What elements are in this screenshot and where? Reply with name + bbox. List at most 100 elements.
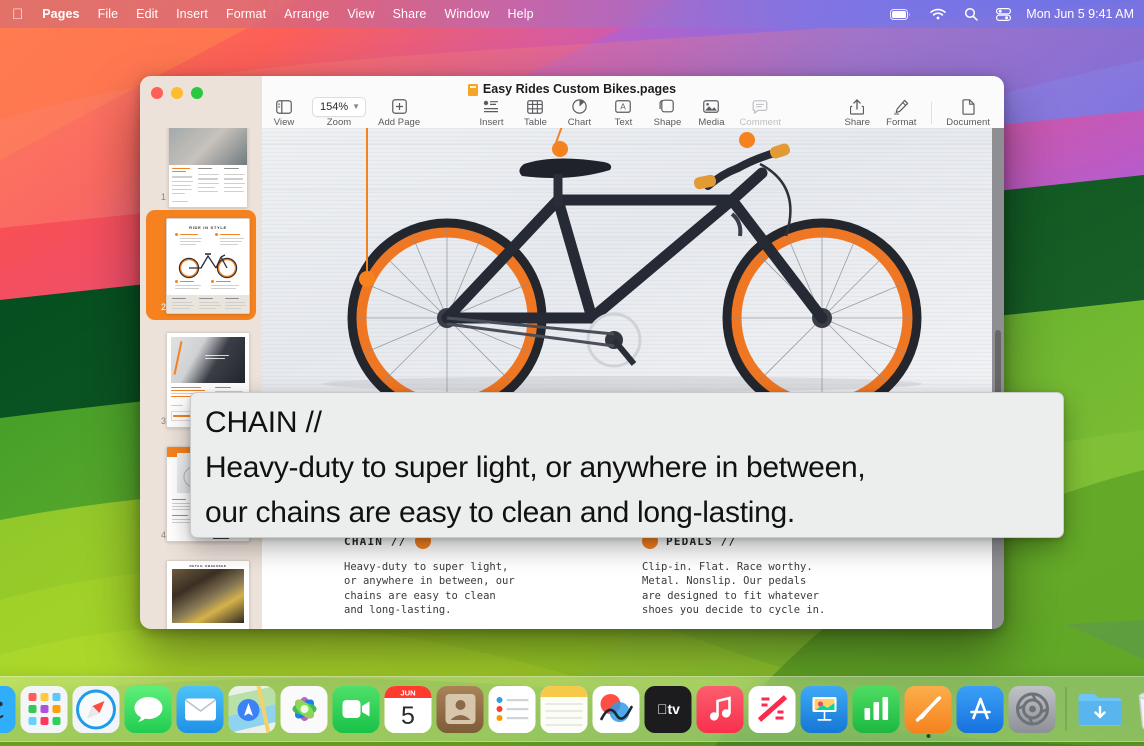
dock-item-contacts[interactable] [437, 686, 484, 733]
pages-app-window: Easy Rides Custom Bikes.pages View 154% … [140, 76, 1004, 629]
table-button[interactable]: Table [513, 98, 557, 128]
zoom-label: Zoom [327, 117, 351, 128]
view-button[interactable]: View [262, 98, 306, 128]
dock-item-music[interactable] [697, 686, 744, 733]
news-icon [749, 686, 796, 733]
dock-item-news[interactable] [749, 686, 796, 733]
column-chain[interactable]: CHAIN // Heavy-duty to super light, or a… [344, 533, 594, 617]
dock-item-downloads-folder[interactable] [1077, 686, 1124, 733]
document-button[interactable]: Document [940, 98, 996, 128]
dock-item-pages[interactable] [905, 686, 952, 733]
dock-item-trash[interactable] [1129, 686, 1144, 733]
bike-hero-image[interactable] [262, 128, 992, 393]
toolbar-group-insert: Insert Table Chart A [469, 98, 787, 128]
document-title[interactable]: Easy Rides Custom Bikes.pages [140, 82, 1004, 96]
add-page-button[interactable]: Add Page [372, 98, 426, 128]
reminders-icon [489, 686, 536, 733]
menu-item-insert[interactable]: Insert [167, 7, 217, 21]
dock-item-messages[interactable] [125, 686, 172, 733]
menu-item-window[interactable]: Window [435, 7, 498, 21]
menu-item-format[interactable]: Format [217, 7, 275, 21]
dock-item-launchpad[interactable] [21, 686, 68, 733]
dock-item-notes[interactable] [541, 686, 588, 733]
dock-item-keynote[interactable] [801, 686, 848, 733]
insert-label: Insert [479, 117, 503, 128]
share-button[interactable]: Share [835, 98, 879, 128]
keynote-icon [801, 686, 848, 733]
apple-logo-icon[interactable]:  [12, 7, 23, 22]
format-button[interactable]: Format [879, 98, 923, 128]
dock-item-numbers[interactable] [853, 686, 900, 733]
photos-icon [281, 686, 328, 733]
menu-item-file[interactable]: File [89, 7, 128, 21]
format-label: Format [886, 117, 916, 128]
dock-item-facetime[interactable] [333, 686, 380, 733]
dock-item-calendar[interactable]: JUN 5 [385, 686, 432, 733]
minimize-button[interactable] [171, 87, 183, 99]
document-canvas[interactable]: CHAIN // Heavy-duty to super light, or a… [262, 128, 1004, 629]
callout-dot-handlebar[interactable] [739, 132, 755, 148]
dock-item-app-store[interactable] [957, 686, 1004, 733]
thumbnail-page-1[interactable]: BIKES [140, 128, 262, 210]
dock-item-system-settings[interactable] [1009, 686, 1056, 733]
media-button[interactable]: Media [689, 98, 733, 128]
zoom-control[interactable]: 154% ▼ Zoom [306, 98, 372, 128]
dock-item-maps[interactable] [229, 686, 276, 733]
calendar-month-label: JUN [400, 688, 415, 697]
macos-dock[interactable]: JUN 5 [0, 676, 1144, 742]
menu-item-help[interactable]: Help [499, 7, 543, 21]
comment-button[interactable]: Comment [733, 98, 787, 128]
dock-item-apple-tv[interactable]: tv [645, 686, 692, 733]
dock-item-freeform[interactable] [593, 686, 640, 733]
add-page-icon [392, 98, 407, 115]
wifi-icon[interactable] [921, 8, 955, 20]
callout-dot-chain[interactable] [359, 271, 375, 287]
control-center-icon[interactable] [987, 8, 1020, 21]
dock-item-finder[interactable] [0, 686, 16, 733]
document-label: Document [946, 117, 990, 128]
callout-dot-saddle[interactable] [552, 141, 568, 157]
page-number-2: 2 [146, 302, 166, 312]
dock-item-safari[interactable] [73, 686, 120, 733]
column-chain-body: Heavy-duty to super light, or anywhere i… [344, 560, 594, 617]
document-columns: CHAIN // Heavy-duty to super light, or a… [262, 533, 992, 617]
apple-tv-icon: tv [645, 686, 692, 733]
toolbar-group-right: Format Document [879, 98, 1004, 128]
column-pedals[interactable]: PEDALS // Clip-in. Flat. Race worthy. Me… [642, 533, 892, 617]
maps-icon [229, 686, 276, 733]
page-number-4: 4 [146, 530, 166, 540]
menu-item-share[interactable]: Share [384, 7, 436, 21]
vertical-scrollbar[interactable] [995, 134, 1001, 623]
menu-item-pages[interactable]: Pages [33, 7, 88, 21]
shape-button[interactable]: Shape [645, 98, 689, 128]
page-thumbnail-navigator[interactable]: BIKES [140, 128, 262, 629]
text-zoom-callout[interactable]: CHAIN // Heavy-duty to super light, or a… [190, 392, 1064, 538]
dock-item-mail[interactable] [177, 686, 224, 733]
calendar-day-label: 5 [401, 702, 415, 730]
menu-item-edit[interactable]: Edit [127, 7, 167, 21]
thumbnail-page-2[interactable]: RIDE IN STYLE [140, 210, 262, 324]
insert-button[interactable]: Insert [469, 98, 513, 128]
document-page[interactable]: CHAIN // Heavy-duty to super light, or a… [262, 128, 992, 629]
thumbnail-page-5[interactable]: DETAIL OBSESSED "Building awesome bicycl… [140, 552, 262, 629]
zoom-button[interactable] [191, 87, 203, 99]
text-box-icon: A [615, 98, 631, 115]
add-page-label: Add Page [378, 117, 420, 128]
trash-icon [1129, 686, 1144, 733]
chart-button[interactable]: Chart [557, 98, 601, 128]
spotlight-search-icon[interactable] [955, 7, 987, 21]
dock-item-reminders[interactable] [489, 686, 536, 733]
dock-item-photos[interactable] [281, 686, 328, 733]
share-icon [850, 98, 864, 115]
battery-icon[interactable] [881, 9, 921, 20]
callout-title: CHAIN // [205, 401, 1047, 445]
close-button[interactable] [151, 87, 163, 99]
traffic-light-buttons[interactable] [151, 87, 203, 99]
page-number-1: 1 [146, 192, 166, 202]
zoom-level-value: 154% [320, 101, 348, 113]
menu-item-view[interactable]: View [338, 7, 383, 21]
freeform-icon [593, 686, 640, 733]
menu-item-arrange[interactable]: Arrange [275, 7, 338, 21]
text-button[interactable]: A Text [601, 98, 645, 128]
menu-bar-clock[interactable]: Mon Jun 5 9:41 AM [1020, 7, 1134, 21]
